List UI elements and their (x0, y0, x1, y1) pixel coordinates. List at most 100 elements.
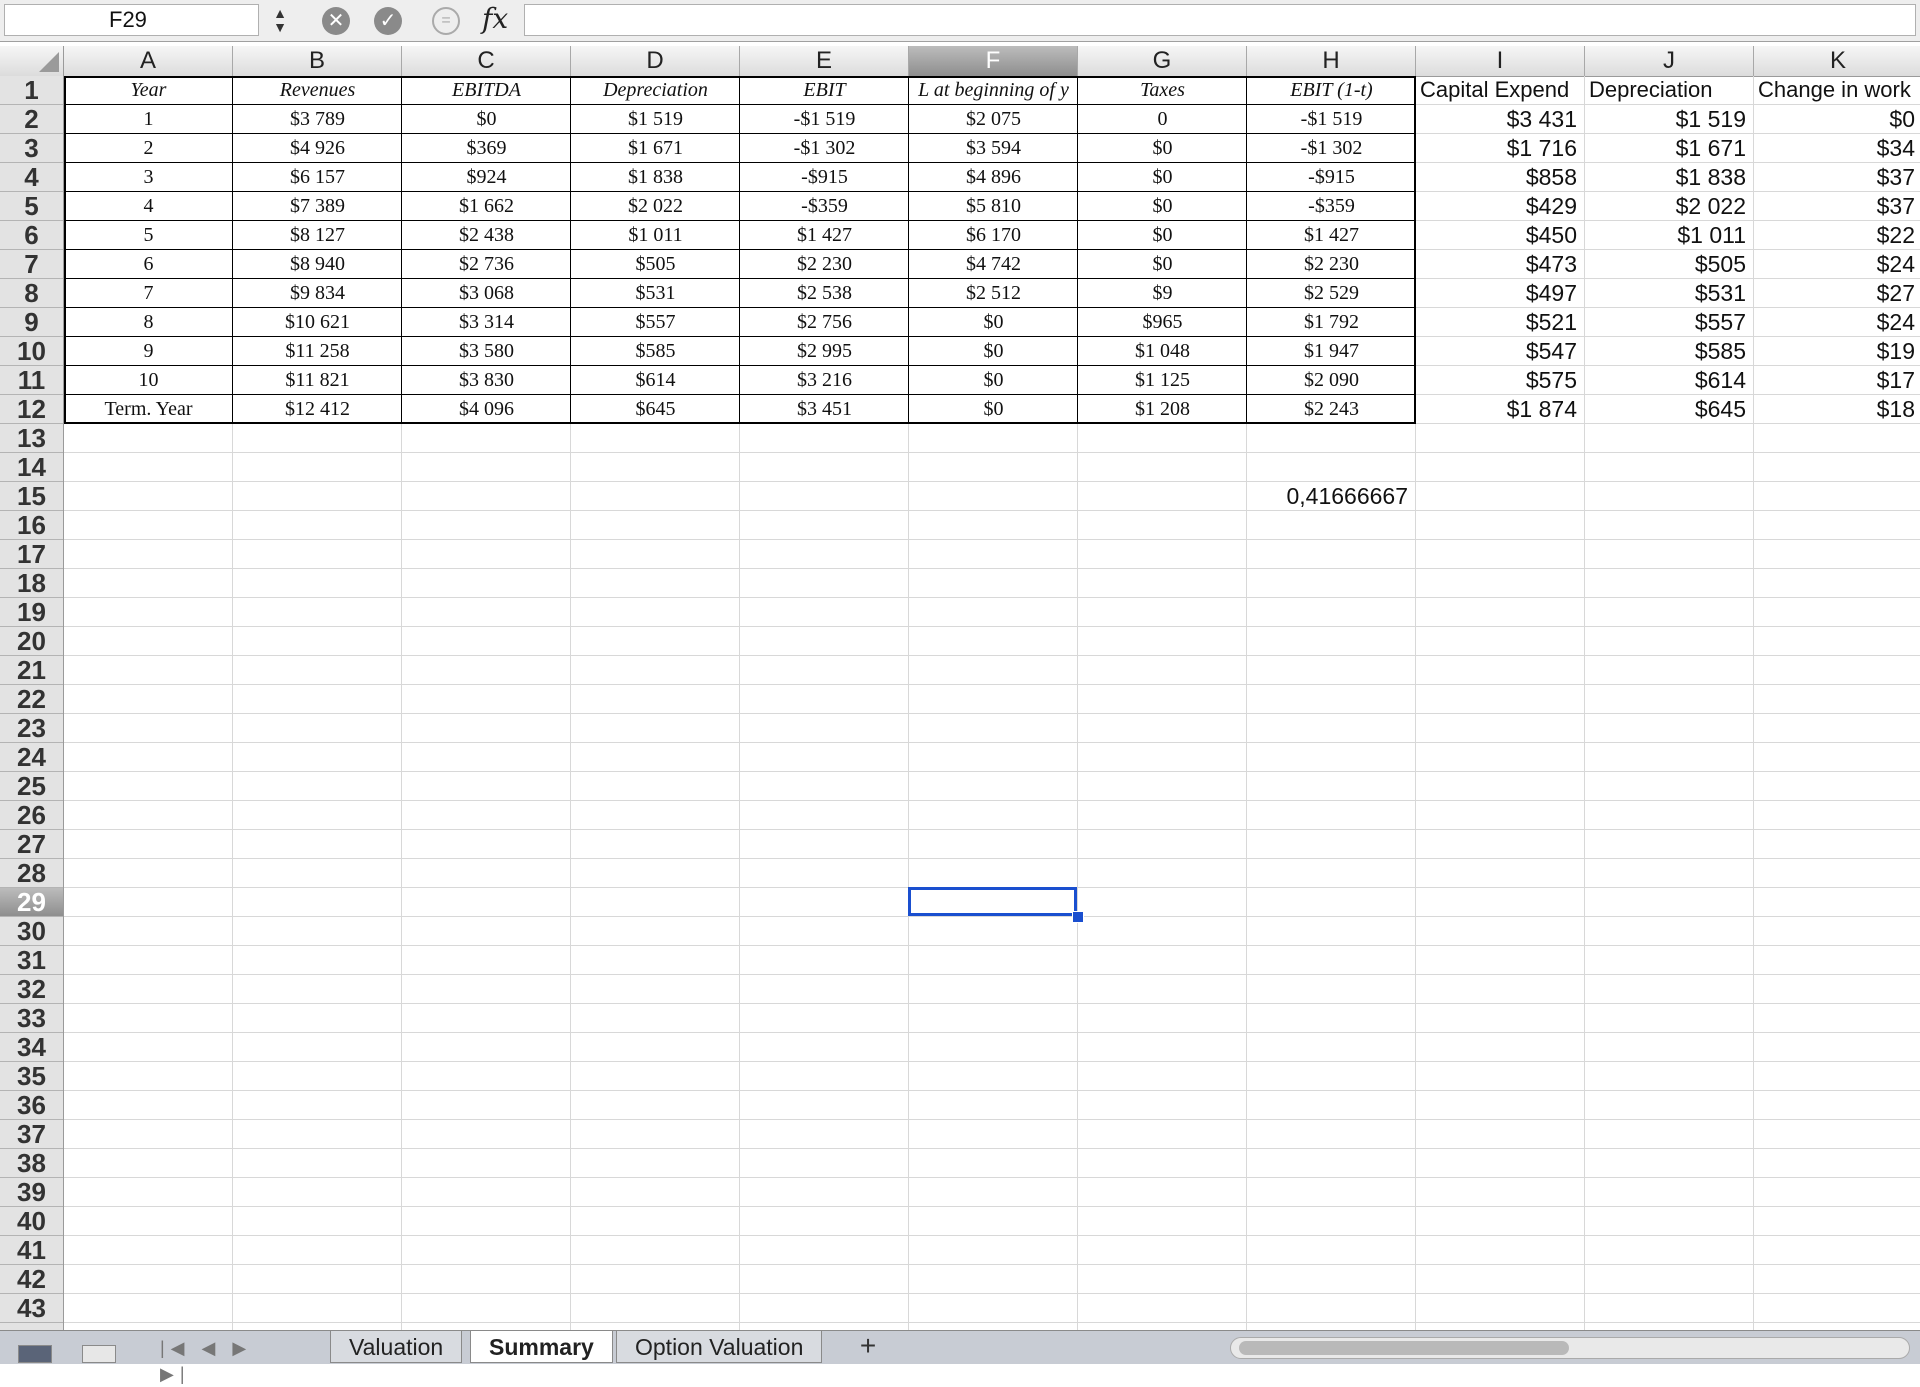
confirm-button[interactable]: ✓ (374, 7, 402, 35)
cell-C5[interactable]: $1 662 (402, 192, 571, 221)
sheet-nav-arrows-icon[interactable]: |◀ ◀ ▶ ▶| (160, 1335, 280, 1384)
cell-H6[interactable]: $1 427 (1247, 221, 1416, 250)
normal-view-icon[interactable] (18, 1345, 52, 1363)
cell-J2[interactable]: $1 519 (1585, 105, 1754, 134)
row-header-40[interactable]: 40 (0, 1207, 63, 1236)
cell-I9[interactable]: $521 (1416, 308, 1585, 337)
cell-E9[interactable]: $2 756 (740, 308, 909, 337)
cell-B1[interactable]: Revenues (233, 76, 402, 105)
row-header-12[interactable]: 12 (0, 395, 63, 424)
cell-E6[interactable]: $1 427 (740, 221, 909, 250)
cell-J1[interactable]: Depreciation (1585, 76, 1754, 105)
cell-D8[interactable]: $531 (571, 279, 740, 308)
formula-input[interactable] (524, 4, 1916, 36)
cell-C12[interactable]: $4 096 (402, 395, 571, 424)
cell-J4[interactable]: $1 838 (1585, 163, 1754, 192)
cell-I4[interactable]: $858 (1416, 163, 1585, 192)
cell-F7[interactable]: $4 742 (909, 250, 1078, 279)
row-header-38[interactable]: 38 (0, 1149, 63, 1178)
column-header-C[interactable]: C (402, 46, 571, 76)
row-header-3[interactable]: 3 (0, 134, 63, 163)
cell-F1[interactable]: L at beginning of y (909, 76, 1078, 105)
cell-J8[interactable]: $531 (1585, 279, 1754, 308)
cell-A5[interactable]: 4 (64, 192, 233, 221)
cell-A7[interactable]: 6 (64, 250, 233, 279)
row-header-5[interactable]: 5 (0, 192, 63, 221)
cell-G12[interactable]: $1 208 (1078, 395, 1247, 424)
cell-J6[interactable]: $1 011 (1585, 221, 1754, 250)
cell-D9[interactable]: $557 (571, 308, 740, 337)
cell-A9[interactable]: 8 (64, 308, 233, 337)
cell-F6[interactable]: $6 170 (909, 221, 1078, 250)
cell-G1[interactable]: Taxes (1078, 76, 1247, 105)
row-header-22[interactable]: 22 (0, 685, 63, 714)
row-header-17[interactable]: 17 (0, 540, 63, 569)
name-box-stepper-icon[interactable]: ▲ ▼ (264, 6, 296, 36)
row-header-8[interactable]: 8 (0, 279, 63, 308)
cell-D7[interactable]: $505 (571, 250, 740, 279)
cell-I10[interactable]: $547 (1416, 337, 1585, 366)
cell-F2[interactable]: $2 075 (909, 105, 1078, 134)
cell-I1[interactable]: Capital Expend (1416, 76, 1585, 105)
cell-B12[interactable]: $12 412 (233, 395, 402, 424)
cell-A4[interactable]: 3 (64, 163, 233, 192)
cell-D1[interactable]: Depreciation (571, 76, 740, 105)
cell-E11[interactable]: $3 216 (740, 366, 909, 395)
cell-C10[interactable]: $3 580 (402, 337, 571, 366)
select-all-corner[interactable] (0, 46, 64, 76)
row-header-37[interactable]: 37 (0, 1120, 63, 1149)
cell-C1[interactable]: EBITDA (402, 76, 571, 105)
cell-I3[interactable]: $1 716 (1416, 134, 1585, 163)
row-header-2[interactable]: 2 (0, 105, 63, 134)
cell-E5[interactable]: -$359 (740, 192, 909, 221)
cell-G8[interactable]: $9 (1078, 279, 1247, 308)
cell-K6[interactable]: $22 (1754, 221, 1920, 250)
cell-F10[interactable]: $0 (909, 337, 1078, 366)
row-header-32[interactable]: 32 (0, 975, 63, 1004)
cell-C2[interactable]: $0 (402, 105, 571, 134)
row-header-39[interactable]: 39 (0, 1178, 63, 1207)
cell-F4[interactable]: $4 896 (909, 163, 1078, 192)
cell-I5[interactable]: $429 (1416, 192, 1585, 221)
cell-A6[interactable]: 5 (64, 221, 233, 250)
add-sheet-button[interactable]: + (848, 1331, 888, 1363)
row-header-11[interactable]: 11 (0, 366, 63, 395)
cell-F11[interactable]: $0 (909, 366, 1078, 395)
cell-K10[interactable]: $19 (1754, 337, 1920, 366)
row-header-34[interactable]: 34 (0, 1033, 63, 1062)
cell-D2[interactable]: $1 519 (571, 105, 740, 134)
row-header-31[interactable]: 31 (0, 946, 63, 975)
cell-H5[interactable]: -$359 (1247, 192, 1416, 221)
cell-H12[interactable]: $2 243 (1247, 395, 1416, 424)
scrollbar-thumb[interactable] (1239, 1341, 1569, 1355)
cell-D6[interactable]: $1 011 (571, 221, 740, 250)
cell-G5[interactable]: $0 (1078, 192, 1247, 221)
cell-D11[interactable]: $614 (571, 366, 740, 395)
row-header-35[interactable]: 35 (0, 1062, 63, 1091)
column-header-K[interactable]: K (1754, 46, 1920, 76)
cell-I2[interactable]: $3 431 (1416, 105, 1585, 134)
cell-E7[interactable]: $2 230 (740, 250, 909, 279)
cell-A11[interactable]: 10 (64, 366, 233, 395)
cell-A10[interactable]: 9 (64, 337, 233, 366)
cell-H4[interactable]: -$915 (1247, 163, 1416, 192)
cell-B8[interactable]: $9 834 (233, 279, 402, 308)
cell-C3[interactable]: $369 (402, 134, 571, 163)
cell-J10[interactable]: $585 (1585, 337, 1754, 366)
row-header-6[interactable]: 6 (0, 221, 63, 250)
cell-D12[interactable]: $645 (571, 395, 740, 424)
cell-E8[interactable]: $2 538 (740, 279, 909, 308)
cell-B10[interactable]: $11 258 (233, 337, 402, 366)
cell-J7[interactable]: $505 (1585, 250, 1754, 279)
cell-B3[interactable]: $4 926 (233, 134, 402, 163)
row-header-7[interactable]: 7 (0, 250, 63, 279)
column-header-B[interactable]: B (233, 46, 402, 76)
cell-D5[interactable]: $2 022 (571, 192, 740, 221)
row-header-21[interactable]: 21 (0, 656, 63, 685)
cell-K1[interactable]: Change in work (1754, 76, 1920, 105)
row-header-20[interactable]: 20 (0, 627, 63, 656)
row-header-24[interactable]: 24 (0, 743, 63, 772)
cell-A1[interactable]: Year (64, 76, 233, 105)
horizontal-scrollbar[interactable] (1230, 1337, 1910, 1359)
cell-C11[interactable]: $3 830 (402, 366, 571, 395)
